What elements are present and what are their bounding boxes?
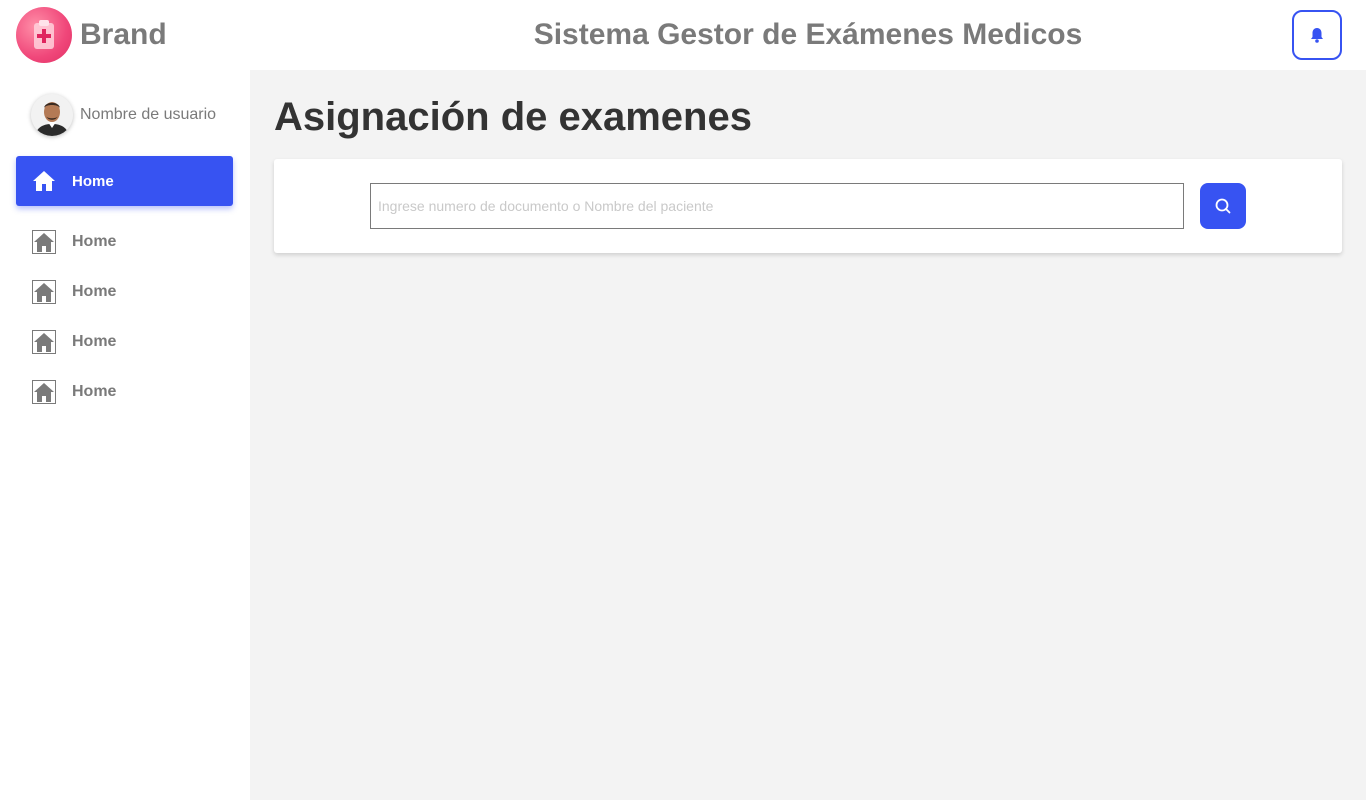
clipboard-medical-icon[interactable] [16, 7, 72, 63]
sidebar-item-home[interactable]: Home [16, 156, 233, 206]
sidebar-item-label: Home [72, 233, 117, 250]
sidebar-item-home-5[interactable]: Home [16, 367, 233, 417]
home-icon [32, 330, 56, 354]
sidebar-item-label: Home [72, 383, 117, 400]
sidebar-item-label: Home [72, 283, 117, 300]
user-profile[interactable]: Nombre de usuario [31, 94, 216, 136]
user-name: Nombre de usuario [80, 106, 217, 123]
sidebar-item-home-4[interactable]: Home [16, 317, 233, 367]
search-card [274, 159, 1342, 253]
app-title: Sistema Gestor de Exámenes Medicos [533, 18, 1083, 51]
home-icon [32, 280, 56, 304]
page-title: Asignación de examenes [274, 95, 752, 139]
brand-name[interactable]: Brand [80, 18, 167, 52]
avatar[interactable] [31, 94, 73, 136]
sidebar-item-home-2[interactable]: Home [16, 217, 233, 267]
home-icon [33, 171, 55, 191]
sidebar-item-home-3[interactable]: Home [16, 267, 233, 317]
notifications-button[interactable] [1292, 10, 1342, 60]
sidebar-item-label: Home [72, 333, 117, 350]
search-input[interactable] [370, 183, 1184, 229]
top-bar: Brand Sistema Gestor de Exámenes Medicos [0, 0, 1366, 70]
home-icon [32, 380, 56, 404]
home-icon [32, 230, 56, 254]
search-icon [1215, 198, 1231, 214]
bell-icon [1311, 28, 1323, 43]
sidebar-item-label: Home [72, 172, 114, 190]
search-button[interactable] [1200, 183, 1246, 229]
sidebar: Nombre de usuario Home Home Home Home Ho… [0, 70, 250, 800]
